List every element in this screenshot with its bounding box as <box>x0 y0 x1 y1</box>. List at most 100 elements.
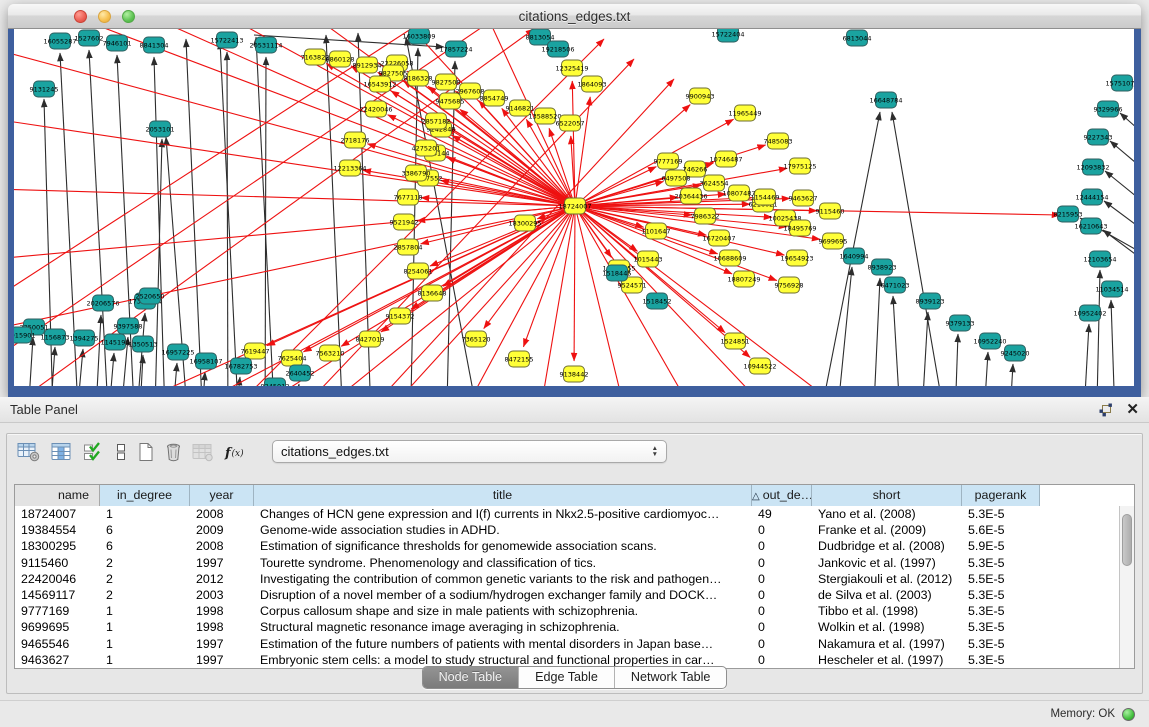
table-cell[interactable]: 0 <box>752 571 812 587</box>
table-cell[interactable]: 5.9E-5 <box>962 538 1040 554</box>
scrollbar-thumb[interactable] <box>1122 514 1132 566</box>
tab-network-table[interactable]: Network Table <box>615 667 727 688</box>
graph-node[interactable]: 1101647 <box>642 223 671 239</box>
table-cell[interactable]: Changes of HCN gene expression and I(f) … <box>254 506 752 522</box>
graph-node[interactable]: 9138442 <box>560 366 589 382</box>
table-cell[interactable]: 5.5E-5 <box>962 571 1040 587</box>
table-cell[interactable]: 1998 <box>190 603 254 619</box>
graph-node[interactable]: 1015443 <box>634 251 663 267</box>
column-header-pagerank[interactable]: pagerank <box>962 485 1040 506</box>
column-header-in-degree[interactable]: in_degree <box>100 485 190 506</box>
table-row[interactable]: 1830029562008Estimation of significance … <box>15 538 1119 554</box>
graph-node[interactable]: 12103654 <box>1083 251 1116 267</box>
close-panel-icon[interactable]: ✕ <box>1126 402 1139 417</box>
graph-node[interactable]: 12444154 <box>1075 189 1108 205</box>
table-cell[interactable]: 2 <box>100 587 190 603</box>
table-cell[interactable]: 2 <box>100 571 190 587</box>
table-cell[interactable]: 19384554 <box>15 522 100 538</box>
graph-node[interactable]: 1524851 <box>721 333 750 349</box>
table-cell[interactable]: 9777169 <box>15 603 100 619</box>
table-cell[interactable]: Investigating the contribution of common… <box>254 571 752 587</box>
graph-node[interactable]: 3386790 <box>402 165 431 181</box>
graph-node[interactable]: 8854749 <box>480 90 509 106</box>
table-cell[interactable]: Jankovic et al. (1997) <box>812 555 962 571</box>
graph-node[interactable]: 15751074 <box>1105 75 1134 91</box>
table-cell[interactable]: 2008 <box>190 538 254 554</box>
table-cell[interactable]: 2003 <box>190 587 254 603</box>
table-settings-icon[interactable] <box>17 441 41 463</box>
graph-node[interactable]: 10952402 <box>1073 305 1106 321</box>
table-cell[interactable]: 5.3E-5 <box>962 587 1040 603</box>
table-cell[interactable]: 0 <box>752 619 812 635</box>
table-cell[interactable]: 9699695 <box>15 619 100 635</box>
table-cell[interactable]: 0 <box>752 603 812 619</box>
graph-node[interactable]: 7365120 <box>462 331 491 347</box>
graph-node[interactable]: 9900943 <box>686 88 715 104</box>
graph-node[interactable]: 19654923 <box>780 250 813 266</box>
table-selector-combo[interactable]: citations_edges.txt ▲▼ <box>272 440 667 463</box>
graph-node[interactable]: 9131245 <box>30 81 59 97</box>
vertical-scrollbar[interactable] <box>1119 506 1134 668</box>
graph-node[interactable]: 9329966 <box>1094 101 1123 117</box>
graph-node[interactable]: 6497508 <box>662 170 691 186</box>
graph-node[interactable]: 9227343 <box>1084 129 1113 145</box>
table-row[interactable]: 977716911998Corpus callosum shape and si… <box>15 603 1119 619</box>
table-cell[interactable]: 5.3E-5 <box>962 603 1040 619</box>
table-cell[interactable]: 6 <box>100 538 190 554</box>
graph-node[interactable]: 9475685 <box>436 93 465 109</box>
graph-node[interactable]: 12093832 <box>1076 159 1109 175</box>
graph-node[interactable]: 10688609 <box>713 250 746 266</box>
graph-node[interactable]: 10952240 <box>973 333 1006 349</box>
graph-node[interactable]: 1350513 <box>129 336 158 352</box>
table-cell[interactable]: Tourette syndrome. Phenomenology and cla… <box>254 555 752 571</box>
table-cell[interactable]: Yano et al. (2008) <box>812 506 962 522</box>
graph-node[interactable]: 9154372 <box>386 308 415 324</box>
table-cell[interactable]: 18300295 <box>15 538 100 554</box>
table-cell[interactable]: 1 <box>100 603 190 619</box>
graph-node[interactable]: 9115460 <box>816 203 845 219</box>
column-header-short[interactable]: short <box>812 485 962 506</box>
new-column-icon[interactable] <box>137 441 155 463</box>
graph-node[interactable]: 8427019 <box>356 331 385 347</box>
graph-node[interactable]: 16210643 <box>1074 218 1107 234</box>
table-cell[interactable]: 9465546 <box>15 636 100 652</box>
graph-node[interactable]: 6471023 <box>881 277 910 293</box>
network-canvas[interactable]: 1872400718300295716382288601288912934222… <box>14 29 1134 386</box>
table-cell[interactable]: 5.3E-5 <box>962 636 1040 652</box>
graph-node[interactable]: 1527602 <box>75 30 104 46</box>
graph-node[interactable]: 2718176 <box>341 132 370 148</box>
table-cell[interactable]: 1 <box>100 636 190 652</box>
graph-node[interactable]: 7625404 <box>278 350 307 366</box>
column-header-title[interactable]: title <box>254 485 752 506</box>
table-cell[interactable]: 1 <box>100 506 190 522</box>
graph-node[interactable]: 9777169 <box>654 153 683 169</box>
table-cell[interactable]: 1 <box>100 619 190 635</box>
table-cell[interactable]: 14569117 <box>15 587 100 603</box>
graph-node[interactable]: 9756928 <box>775 277 804 293</box>
table-cell[interactable]: 0 <box>752 522 812 538</box>
graph-node[interactable]: 16648784 <box>869 92 902 108</box>
graph-node[interactable]: 9397588 <box>114 318 143 334</box>
graph-node[interactable]: 8938923 <box>868 259 897 275</box>
graph-node[interactable]: 1640994 <box>840 248 869 264</box>
table-row[interactable]: 969969511998Structural magnetic resonanc… <box>15 619 1119 635</box>
table-cell[interactable]: 49 <box>752 506 812 522</box>
table-cell[interactable]: 1997 <box>190 636 254 652</box>
graph-node[interactable]: 4275201 <box>412 140 441 156</box>
table-cell[interactable]: 9115460 <box>15 555 100 571</box>
table-cell[interactable]: Tibbo et al. (1998) <box>812 603 962 619</box>
table-row[interactable]: 1872400712008Changes of HCN gene express… <box>15 506 1119 522</box>
graph-node[interactable]: 8860128 <box>326 51 355 67</box>
graph-node[interactable]: 2053101 <box>146 121 175 137</box>
table-cell[interactable]: 1998 <box>190 619 254 635</box>
column-header-name[interactable]: name <box>15 485 100 506</box>
table-cell[interactable]: 18724007 <box>15 506 100 522</box>
graph-node[interactable]: 9379133 <box>946 315 975 331</box>
table-row[interactable]: 1456911722003Disruption of a novel membe… <box>15 587 1119 603</box>
table-cell[interactable]: Stergiakouli et al. (2012) <box>812 571 962 587</box>
graph-node[interactable]: 7677118 <box>394 189 423 205</box>
graph-node[interactable]: 8841304 <box>140 37 169 53</box>
select-mode-icon[interactable] <box>83 441 105 463</box>
row-display-icon[interactable] <box>114 441 128 463</box>
table-cell[interactable]: 6 <box>100 522 190 538</box>
